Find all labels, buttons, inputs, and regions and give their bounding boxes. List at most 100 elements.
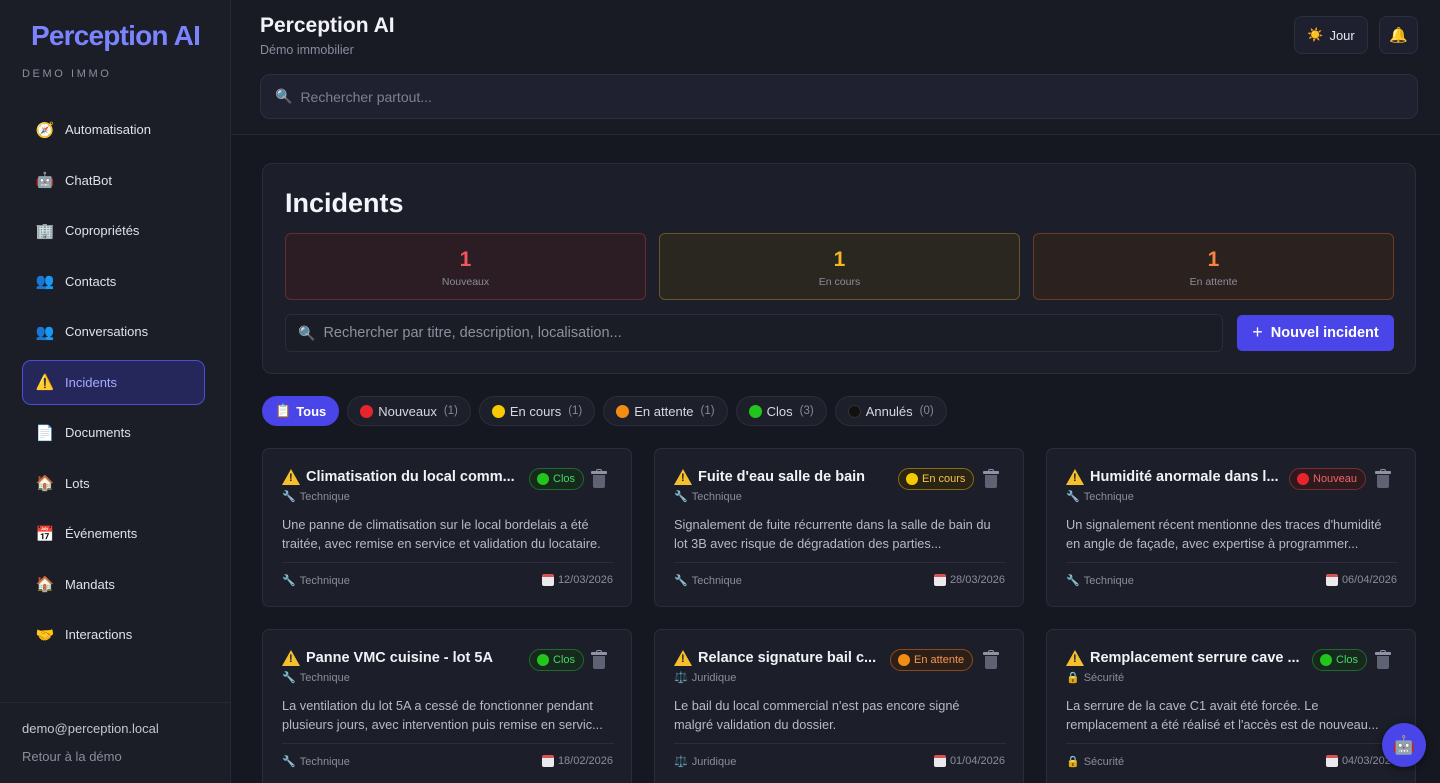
new-incident-button[interactable]: + Nouvel incident <box>1237 315 1394 351</box>
sidebar-item-coproprietes[interactable]: 🏢 Copropriétés <box>22 208 205 253</box>
filter-clos[interactable]: Clos (3) <box>735 396 827 426</box>
card-divider <box>1066 562 1398 563</box>
card-divider <box>1066 743 1398 744</box>
app-logo[interactable]: Perception AI <box>31 20 201 52</box>
yellow-dot-icon <box>491 404 505 418</box>
sidebar-item-evenements[interactable]: 📅 Événements <box>22 511 205 556</box>
trash-icon[interactable] <box>982 469 1000 489</box>
card-date: 06/04/2026 <box>1325 574 1397 586</box>
filter-count: (1) <box>443 405 458 417</box>
card-category: 🔧 Technique <box>282 671 350 685</box>
calendar-icon <box>1325 755 1338 767</box>
incident-card[interactable]: Humidité anormale dans l... Nouveau 🔧Tec… <box>1046 448 1416 607</box>
card-footer-category: 🔒 Sécurité <box>1066 755 1124 769</box>
user-email: demo@perception.local <box>22 721 159 736</box>
stat-nouveaux[interactable]: 1 Nouveaux <box>285 233 646 300</box>
green-dot-icon <box>748 404 762 418</box>
incident-card[interactable]: Relance signature bail c... En attente ⚖… <box>654 629 1024 783</box>
sidebar-divider <box>0 702 230 703</box>
card-category: 🔧 Technique <box>1066 490 1134 504</box>
theme-toggle-button[interactable]: ☀️ Jour <box>1294 16 1368 54</box>
card-title: Fuite d'eau salle de bain <box>698 469 866 485</box>
wrench-icon: 🔧 <box>1066 491 1080 503</box>
card-title: Remplacement serrure cave ... <box>1090 650 1300 666</box>
sidebar-item-conversations[interactable]: 👥 Conversations <box>22 309 205 354</box>
stat-en-attente[interactable]: 1 En attente <box>1033 233 1394 300</box>
theme-toggle-label: Jour <box>1329 27 1355 43</box>
card-category: 🔒 Sécurité <box>1066 671 1124 685</box>
status-label: En cours <box>922 473 966 485</box>
incident-card[interactable]: Climatisation du local comm... Clos 🔧Tec… <box>262 448 632 607</box>
search-icon: 🔍 <box>275 88 293 104</box>
status-label: Clos <box>1336 654 1359 666</box>
sidebar-item-documents[interactable]: 📄 Documents <box>22 410 205 455</box>
sidebar-item-chatbot[interactable]: 🤖 ChatBot <box>22 158 205 203</box>
logo-subtitle: DEMO IMMO <box>22 68 112 80</box>
card-date: 01/04/2026 <box>933 755 1005 767</box>
trash-icon[interactable] <box>1374 650 1392 670</box>
global-search: 🔍 <box>260 74 1418 119</box>
sidebar-item-label: Automatisation <box>65 122 151 137</box>
sidebar-item-label: Copropriétés <box>65 223 140 238</box>
status-label: En attente <box>914 654 965 666</box>
trash-icon[interactable] <box>982 650 1000 670</box>
sidebar-item-mandats[interactable]: 🏠 Mandats <box>22 562 205 607</box>
card-title: Climatisation du local comm... <box>306 469 515 485</box>
sidebar-item-label: Incidents <box>65 374 118 390</box>
card-date: 12/03/2026 <box>541 574 613 586</box>
filter-label: En attente <box>634 403 694 419</box>
global-search-input[interactable] <box>300 88 1401 105</box>
sidebar-item-label: Contacts <box>65 273 117 289</box>
status-filters: 📋 Tous Nouveaux (1) En cours (1) En attente… <box>262 396 947 426</box>
filter-annules[interactable]: Annulés (0) <box>834 396 947 426</box>
filter-en-attente[interactable]: En attente (1) <box>603 396 728 426</box>
trash-icon[interactable] <box>1374 469 1392 489</box>
description-line: Signalement de fuite récurrente dans la … <box>674 517 991 532</box>
card-title: Relance signature bail c... <box>698 650 877 666</box>
sidebar-item-incidents[interactable]: ⚠️ Incidents <box>22 359 205 405</box>
incidents-title: Incidents <box>285 188 404 218</box>
warning-icon <box>674 469 692 485</box>
robot-icon: 🤖 <box>1392 734 1416 755</box>
warning-icon <box>282 469 300 485</box>
card-footer-category: 🔧 Technique <box>282 755 350 769</box>
handshake-icon: 🤝 <box>35 626 55 644</box>
warning-icon <box>282 650 300 666</box>
status-badge: Clos <box>529 468 585 490</box>
filter-nouveaux[interactable]: Nouveaux (1) <box>347 396 471 426</box>
stat-value: 1 <box>459 248 472 271</box>
filter-label: Nouveaux <box>378 403 437 419</box>
filter-count: (3) <box>799 405 814 417</box>
card-footer-category: ⚖️ Juridique <box>674 755 736 769</box>
stat-en-cours[interactable]: 1 En cours <box>659 233 1020 300</box>
status-label: Nouveau <box>1313 473 1358 485</box>
card-description: La ventilation du lot 5A a cessé de fonc… <box>282 697 620 734</box>
incident-card[interactable]: Panne VMC cuisine - lot 5A Clos 🔧Techniq… <box>262 629 632 783</box>
incidents-panel: Incidents 1 Nouveaux 1 En cours 1 En att… <box>262 163 1416 374</box>
sidebar-item-automatisation[interactable]: 🧭 Automatisation <box>22 107 205 152</box>
description-line: La ventilation du lot 5A a cessé de fonc… <box>282 698 593 713</box>
notifications-button[interactable]: 🔔 <box>1379 16 1418 54</box>
bell-icon: 🔔 <box>1389 27 1408 44</box>
sidebar-item-interactions[interactable]: 🤝 Interactions <box>22 612 205 657</box>
card-footer-category: 🔧 Technique <box>674 574 742 588</box>
trash-icon[interactable] <box>590 469 608 489</box>
card-category: 🔧 Technique <box>282 490 350 504</box>
sidebar-item-lots[interactable]: 🏠 Lots <box>22 461 205 506</box>
status-badge: En attente <box>890 649 974 671</box>
card-header: Climatisation du local comm... <box>282 469 515 485</box>
sidebar-item-label: Lots <box>65 475 90 491</box>
incident-card[interactable]: Remplacement serrure cave ... Clos 🔒Sécu… <box>1046 629 1416 783</box>
card-date: 28/03/2026 <box>933 574 1005 586</box>
page-subtitle: Démo immobilier <box>260 43 354 57</box>
incidents-search: 🔍 <box>285 314 1223 352</box>
chatbot-fab-button[interactable]: 🤖 <box>1382 723 1426 767</box>
wrench-icon: 🔧 <box>282 756 296 768</box>
trash-icon[interactable] <box>590 650 608 670</box>
filter-en-cours[interactable]: En cours (1) <box>478 396 596 426</box>
incidents-search-input[interactable] <box>323 325 1204 341</box>
sidebar-item-contacts[interactable]: 👥 Contacts <box>22 259 205 304</box>
filter-tous[interactable]: 📋 Tous <box>262 396 340 426</box>
back-to-demo-link[interactable]: Retour à la démo <box>22 749 122 764</box>
incident-card[interactable]: Fuite d'eau salle de bain En cours 🔧Tech… <box>654 448 1024 607</box>
